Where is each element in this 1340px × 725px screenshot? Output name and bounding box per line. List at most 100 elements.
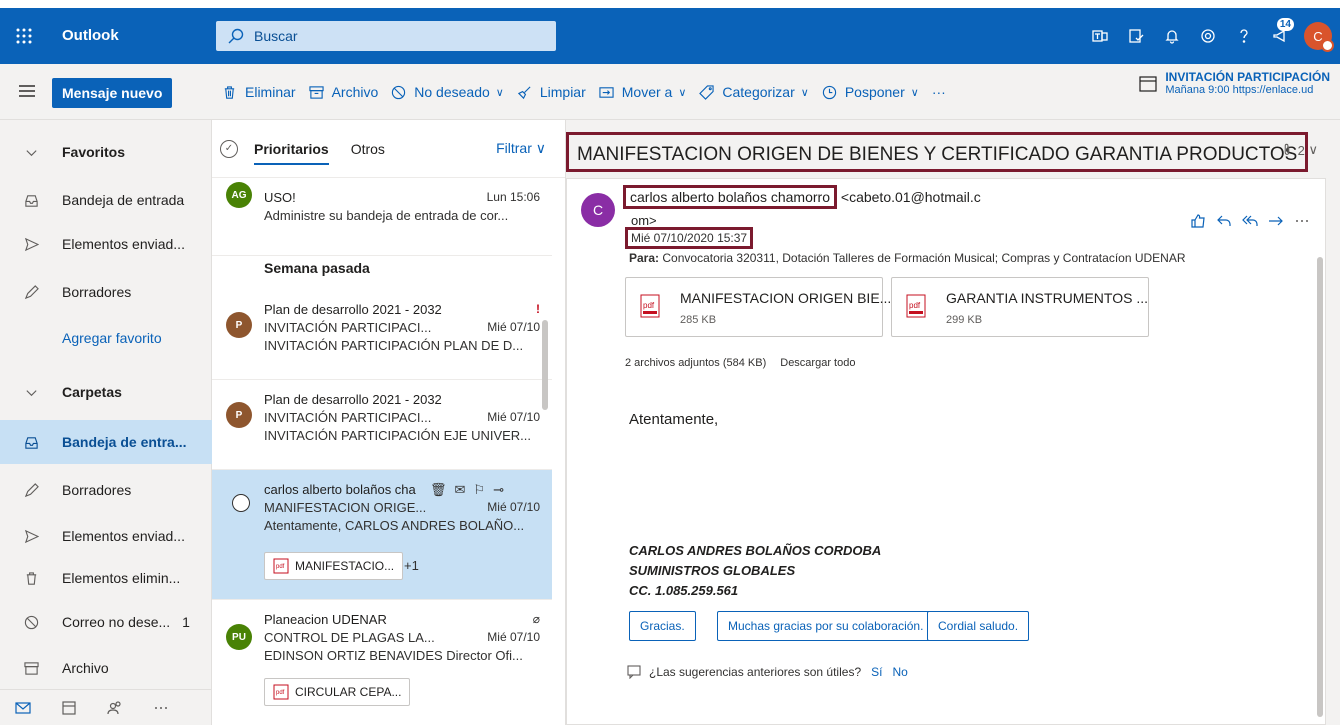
archive-button[interactable]: Archivo (308, 84, 379, 100)
junk-count: 1 (182, 614, 190, 630)
notification-badge: 14 (1276, 18, 1294, 31)
flag-icon[interactable]: ⚐ (473, 482, 485, 498)
teams-icon[interactable] (1082, 8, 1118, 64)
message-time: Mié 07/10 (487, 500, 540, 514)
user-avatar[interactable]: C (1304, 22, 1334, 52)
message-preview: EDINSON ORTIZ BENAVIDES Director Ofi... (264, 648, 523, 663)
nav-fav-drafts[interactable]: Borradores (0, 270, 212, 314)
filter-button[interactable]: Filtrar ∨ (496, 140, 546, 157)
sweep-label: Limpiar (539, 84, 586, 100)
signature-line: CC. 1.085.259.561 (629, 583, 739, 598)
more-actions-button[interactable]: ··· (932, 84, 946, 100)
people-icon[interactable] (92, 700, 138, 716)
sweep-button[interactable]: Limpiar (517, 84, 586, 100)
nav-drafts[interactable]: Borradores (0, 468, 212, 512)
list-item[interactable]: P Plan de desarrollo 2021 - 2032 INVITAC… (212, 380, 552, 470)
attachment-count[interactable]: 2 ∨ (1280, 142, 1318, 158)
nav-deleted[interactable]: Elementos elimin... (0, 556, 212, 600)
list-scrollbar[interactable] (542, 320, 548, 410)
delete-button[interactable]: Eliminar (222, 84, 296, 100)
search-input[interactable] (254, 28, 534, 44)
new-message-button[interactable]: Mensaje nuevo (52, 78, 173, 108)
archive-label: Archivo (331, 84, 379, 100)
list-item[interactable]: P Plan de desarrollo 2021 - 2032 ! INVIT… (212, 290, 552, 380)
tab-focused[interactable]: Prioritarios (254, 141, 329, 165)
more-icon[interactable] (1291, 213, 1313, 229)
suggested-reply-button[interactable]: Cordial saludo. (927, 611, 1030, 641)
add-favorite-link[interactable]: Agregar favorito (0, 316, 212, 360)
hamburger-icon[interactable] (18, 82, 36, 100)
feedback-yes-link[interactable]: Sí (871, 665, 882, 679)
avatar: P (226, 402, 252, 428)
feedback-no-link[interactable]: No (892, 665, 907, 679)
calendar-icon[interactable] (46, 700, 92, 716)
select-all-checkbox[interactable]: ✓ (220, 139, 238, 158)
megaphone-icon[interactable]: 14 (1262, 8, 1298, 64)
attachment-card[interactable]: pdf GARANTIA INSTRUMENTOS ... 299 KB (891, 277, 1149, 337)
pin-icon[interactable]: ⊸ (493, 482, 504, 498)
list-item-selected[interactable]: carlos alberto bolaños cha 🗑 ✉ ⚐ ⊸ MANIF… (212, 470, 552, 600)
suggested-reply-button[interactable]: Muchas gracias por su colaboración. (717, 611, 935, 641)
message-sender: Plan de desarrollo 2021 - 2032 (264, 302, 442, 317)
forward-icon[interactable] (1265, 213, 1287, 229)
send-icon (0, 529, 62, 544)
message-preview: Atentamente, CARLOS ANDRES BOLAÑO... (264, 518, 525, 533)
nav-junk[interactable]: Correo no dese... 1 (0, 600, 212, 644)
nav-fav-inbox[interactable]: Bandeja de entrada (0, 178, 212, 222)
bell-icon[interactable] (1154, 8, 1190, 64)
like-icon[interactable] (1187, 213, 1209, 229)
message-sender: Plan de desarrollo 2021 - 2032 (264, 392, 442, 407)
suggested-reply-button[interactable]: Gracias. (629, 611, 696, 641)
folders-header[interactable]: Carpetas (0, 370, 212, 414)
reply-icon[interactable] (1213, 213, 1235, 229)
clock-icon (822, 85, 836, 99)
mail-icon[interactable] (0, 700, 46, 716)
attachments-summary: 2 archivos adjuntos (584 KB) (625, 357, 767, 369)
trash-icon (224, 85, 235, 99)
reminder-widget[interactable]: INVITACIÓN PARTICIPACIÓN Mañana 9:00 htt… (1139, 70, 1330, 96)
search-box[interactable] (216, 21, 556, 51)
archive-icon (0, 661, 62, 676)
chevron-down-icon: ∨ (1308, 142, 1318, 157)
reading-scrollbar[interactable] (1317, 257, 1323, 717)
more-apps-icon[interactable] (138, 700, 184, 716)
gear-icon[interactable] (1190, 8, 1226, 64)
nav-archive[interactable]: Archivo (0, 646, 212, 690)
search-icon (228, 28, 244, 44)
select-checkbox[interactable] (232, 494, 250, 512)
tab-other[interactable]: Otros (351, 141, 385, 157)
nav-sent[interactable]: Elementos enviad... (0, 514, 212, 558)
move-to-button[interactable]: Mover a ∨ (599, 84, 686, 100)
pencil-icon (0, 284, 62, 300)
attachment-chip[interactable]: pdf MANIFESTACIO... (264, 552, 404, 580)
nav-inbox[interactable]: Bandeja de entra... (0, 420, 212, 464)
app-name[interactable]: Outlook (62, 8, 119, 64)
help-icon[interactable] (1226, 8, 1262, 64)
nav-fav-sent[interactable]: Elementos enviad... (0, 222, 212, 266)
categorize-button[interactable]: Categorizar ∨ (699, 84, 809, 100)
attachment-card[interactable]: pdf MANIFESTACION ORIGEN BIE... 285 KB (625, 277, 891, 337)
email-subject: MANIFESTACION ORIGEN DE BIENES Y CERTIFI… (566, 132, 1309, 172)
message-sender: carlos alberto bolaños cha (264, 482, 416, 497)
sender-name[interactable]: carlos alberto bolaños chamorro (623, 185, 837, 209)
snooze-button[interactable]: Posponer ∨ (822, 84, 919, 100)
todo-icon[interactable] (1118, 8, 1154, 64)
message-sender: Planeacion UDENAR (264, 612, 387, 627)
favorites-header[interactable]: Favoritos (0, 130, 212, 174)
delete-label: Eliminar (245, 84, 296, 100)
more-attachments[interactable]: +1 (404, 558, 419, 573)
download-all-link[interactable]: Descargar todo (780, 357, 855, 369)
reply-all-icon[interactable] (1239, 213, 1261, 229)
trash-icon[interactable]: 🗑 (430, 482, 447, 498)
junk-button[interactable]: No deseado ∨ (391, 84, 504, 100)
attachment-chip[interactable]: pdf CIRCULAR CEPA... (264, 678, 411, 706)
app-launcher-icon[interactable] (0, 8, 48, 64)
list-item[interactable]: AG USO! Lun 15:06 Administre su bandeja … (212, 178, 552, 256)
message-subject: INVITACIÓN PARTICIPACI... (264, 410, 432, 425)
envelope-icon[interactable]: ✉ (455, 482, 466, 498)
send-icon (0, 237, 62, 252)
list-item[interactable]: PU Planeacion UDENAR ⌀ CONTROL DE PLAGAS… (212, 600, 552, 725)
nav-drafts-label: Borradores (62, 482, 132, 498)
attachment-name: MANIFESTACIO... (295, 559, 395, 573)
pdf-icon: pdf (273, 684, 289, 700)
